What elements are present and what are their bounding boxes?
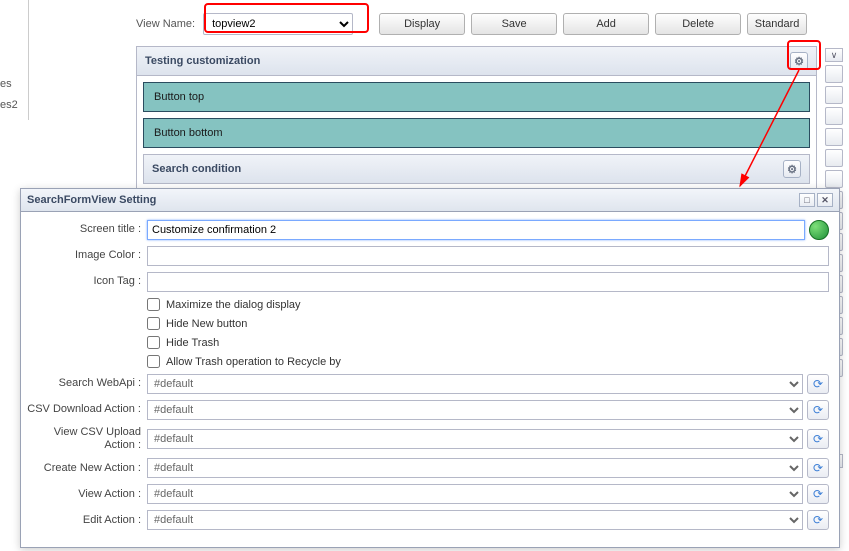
maximize-dialog-label: Maximize the dialog display <box>166 299 301 311</box>
left-sidebar: es es2 <box>0 0 29 120</box>
add-button[interactable]: Add <box>563 13 649 35</box>
dialog-title-text: SearchFormView Setting <box>27 194 156 206</box>
rail-item-2[interactable] <box>825 86 843 104</box>
search-webapi-refresh[interactable]: ⟳ <box>807 374 829 394</box>
icon-tag-input[interactable] <box>147 272 829 292</box>
view-name-label: View Name: <box>136 18 195 30</box>
csv-download-refresh[interactable]: ⟳ <box>807 400 829 420</box>
button-bottom[interactable]: Button bottom <box>143 118 810 148</box>
recycle-checkbox[interactable] <box>147 355 160 368</box>
image-color-input[interactable] <box>147 246 829 266</box>
save-button[interactable]: Save <box>471 13 557 35</box>
view-action-select[interactable]: #default <box>147 484 803 504</box>
rail-item-3[interactable] <box>825 107 843 125</box>
left-text-1: es <box>0 78 12 90</box>
delete-button[interactable]: Delete <box>655 13 741 35</box>
create-new-select[interactable]: #default <box>147 458 803 478</box>
panel-gear-button[interactable]: ⚙ <box>790 52 808 70</box>
search-condition-title: Search condition <box>152 163 241 175</box>
view-action-refresh[interactable]: ⟳ <box>807 484 829 504</box>
edit-action-refresh[interactable]: ⟳ <box>807 510 829 530</box>
search-condition-gear[interactable]: ⚙ <box>783 160 801 178</box>
dialog-body: Screen title : Image Color : Icon Tag : … <box>21 212 839 548</box>
searchformview-setting-dialog: SearchFormView Setting □ ✕ Screen title … <box>20 188 840 548</box>
icon-tag-label: Icon Tag : <box>21 275 147 288</box>
search-condition-header: Search condition ⚙ <box>143 154 810 184</box>
screen-title-label: Screen title : <box>21 223 147 236</box>
dialog-close-button[interactable]: ✕ <box>817 193 833 207</box>
view-action-label: View Action : <box>21 488 147 501</box>
edit-action-select[interactable]: #default <box>147 510 803 530</box>
edit-action-label: Edit Action : <box>21 514 147 527</box>
button-top[interactable]: Button top <box>143 82 810 112</box>
left-text-2: es2 <box>0 99 18 111</box>
standard-button[interactable]: Standard <box>747 13 807 35</box>
search-webapi-label: Search WebApi : <box>21 377 147 390</box>
csv-download-select[interactable]: #default <box>147 400 803 420</box>
display-button[interactable]: Display <box>379 13 465 35</box>
rail-item-1[interactable] <box>825 65 843 83</box>
maximize-dialog-checkbox[interactable] <box>147 298 160 311</box>
rail-chevron[interactable]: ∨ <box>825 48 843 62</box>
hide-new-checkbox[interactable] <box>147 317 160 330</box>
panel-header: Testing customization ⚙ <box>137 47 816 76</box>
rail-item-5[interactable] <box>825 149 843 167</box>
rail-item-4[interactable] <box>825 128 843 146</box>
search-webapi-select[interactable]: #default <box>147 374 803 394</box>
view-csv-upload-label: View CSV Upload Action : <box>21 426 147 452</box>
hide-trash-checkbox[interactable] <box>147 336 160 349</box>
customization-panel: Testing customization ⚙ Button top Butto… <box>136 46 817 191</box>
screen-title-input[interactable] <box>147 220 805 240</box>
view-name-select[interactable]: topview2 <box>203 13 353 35</box>
dialog-maximize-button[interactable]: □ <box>799 193 815 207</box>
globe-icon[interactable] <box>809 220 829 240</box>
create-new-label: Create New Action : <box>21 462 147 475</box>
rail-item-6[interactable] <box>825 170 843 188</box>
hide-new-label: Hide New button <box>166 318 247 330</box>
recycle-label: Allow Trash operation to Recycle by <box>166 356 341 368</box>
view-csv-upload-refresh[interactable]: ⟳ <box>807 429 829 449</box>
view-toolbar: View Name: topview2 Display Save Add Del… <box>136 9 849 39</box>
image-color-label: Image Color : <box>21 249 147 262</box>
view-csv-upload-select[interactable]: #default <box>147 429 803 449</box>
dialog-titlebar: SearchFormView Setting □ ✕ <box>21 189 839 212</box>
csv-download-label: CSV Download Action : <box>21 403 147 416</box>
panel-title: Testing customization <box>145 55 260 67</box>
hide-trash-label: Hide Trash <box>166 337 219 349</box>
create-new-refresh[interactable]: ⟳ <box>807 458 829 478</box>
